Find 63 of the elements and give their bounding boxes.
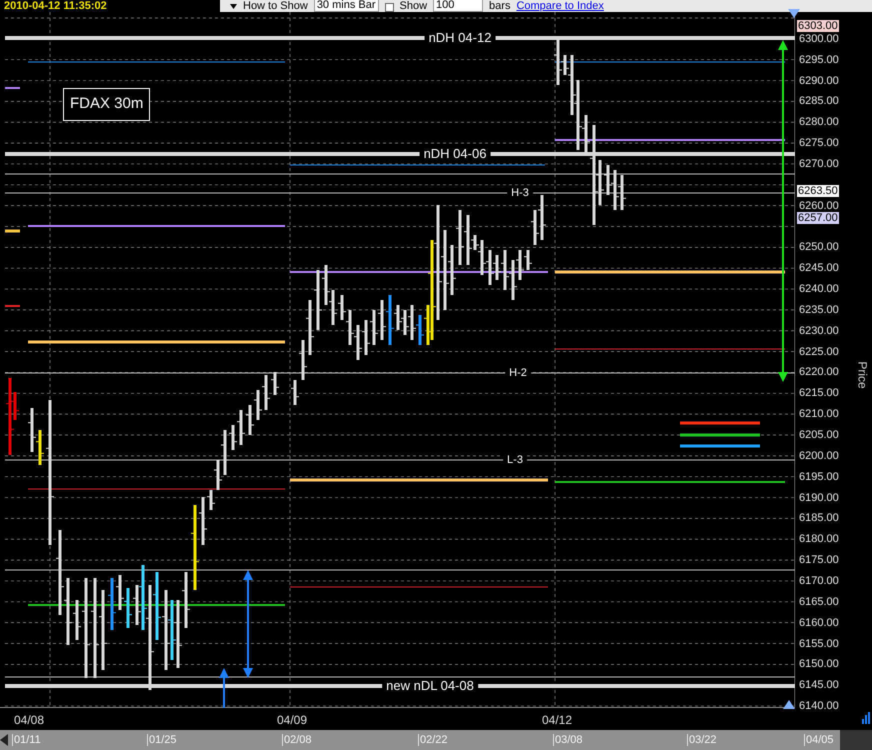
bar-count-field[interactable]: 100: [433, 0, 484, 12]
price-tick: 6225.00: [799, 346, 839, 358]
price-tick: 6200.00: [799, 450, 839, 462]
date-label: 04/09: [277, 712, 308, 729]
price-tick: 6230.00: [799, 324, 839, 337]
price-tick: 6175.00: [799, 554, 839, 566]
scroll-date-label: 03/08: [553, 734, 583, 746]
price-tick: 6150.00: [799, 658, 839, 670]
show-label: Show: [400, 1, 428, 12]
price-tick: 6205.00: [799, 429, 839, 441]
price-tick: 6155.00: [799, 638, 839, 650]
caret-icon: [230, 4, 237, 9]
scroll-date-label: 01/25: [147, 734, 177, 746]
price-tick: 6160.00: [799, 616, 839, 629]
price-tick: 6270.00: [799, 158, 839, 170]
price-tick: 6210.00: [799, 408, 839, 420]
price-badge: 6263.50: [797, 185, 839, 198]
price-tick: 6215.00: [799, 387, 839, 400]
price-tick: 6240.00: [799, 283, 839, 296]
price-tick: 6195.00: [799, 470, 839, 483]
axis-title: Price: [854, 361, 871, 389]
volume-bars-icon: [862, 712, 872, 724]
how-to-show-label: How to Show: [243, 1, 308, 12]
scroll-handle-icon[interactable]: [788, 9, 800, 18]
timestamp: 2010-04-12 11:35:02: [3, 1, 108, 12]
level-line: [5, 305, 20, 307]
bar-type-dropdown[interactable]: 30 mins Bar: [314, 0, 379, 12]
price-tick: 6280.00: [799, 116, 839, 128]
price-tick: 6295.00: [799, 54, 839, 66]
show-checkbox[interactable]: [384, 3, 394, 12]
price-tick: 6260.00: [799, 200, 839, 212]
price-tick: 6140.00: [799, 700, 839, 712]
scroll-left-icon[interactable]: [0, 734, 8, 746]
scroll-handle-icon[interactable]: [783, 700, 795, 709]
price-tick: 6190.00: [799, 492, 839, 504]
price-tick: 6300.00: [799, 32, 839, 45]
scroll-date-label: 02/08: [282, 734, 312, 746]
price-tick: 6250.00: [799, 241, 839, 254]
price-badge: 6303.00: [797, 20, 839, 32]
up-arrow: [219, 668, 229, 708]
price-tick: 6170.00: [799, 574, 839, 587]
price-tick: 6245.00: [799, 262, 839, 274]
price-tick: 6290.00: [799, 74, 839, 87]
date-label: 04/08: [14, 712, 44, 729]
bars-label: bars: [489, 1, 510, 12]
price-tick: 6180.00: [799, 533, 839, 546]
price-tick: 6285.00: [799, 95, 839, 108]
price-tick: 6275.00: [799, 137, 839, 150]
scroll-date-label: 04/05: [804, 734, 834, 746]
scroll-date-label: 01/11: [12, 734, 41, 746]
price-badge: 6257.00: [797, 212, 839, 224]
price-tick: 6165.00: [799, 596, 839, 608]
price-tick: 6235.00: [799, 304, 839, 316]
price-tick: 6220.00: [799, 366, 839, 378]
level-line: [5, 230, 20, 232]
chart-title: FDAX 30m: [63, 88, 150, 120]
price-tick: 6185.00: [799, 512, 839, 524]
date-label: 04/12: [542, 712, 572, 729]
scroll-date-label: 02/22: [418, 734, 448, 746]
level-line: [5, 87, 20, 89]
compare-link[interactable]: Compare to Index: [516, 1, 604, 12]
price-tick: 6145.00: [799, 679, 839, 692]
scroll-date-label: 03/22: [687, 734, 717, 746]
